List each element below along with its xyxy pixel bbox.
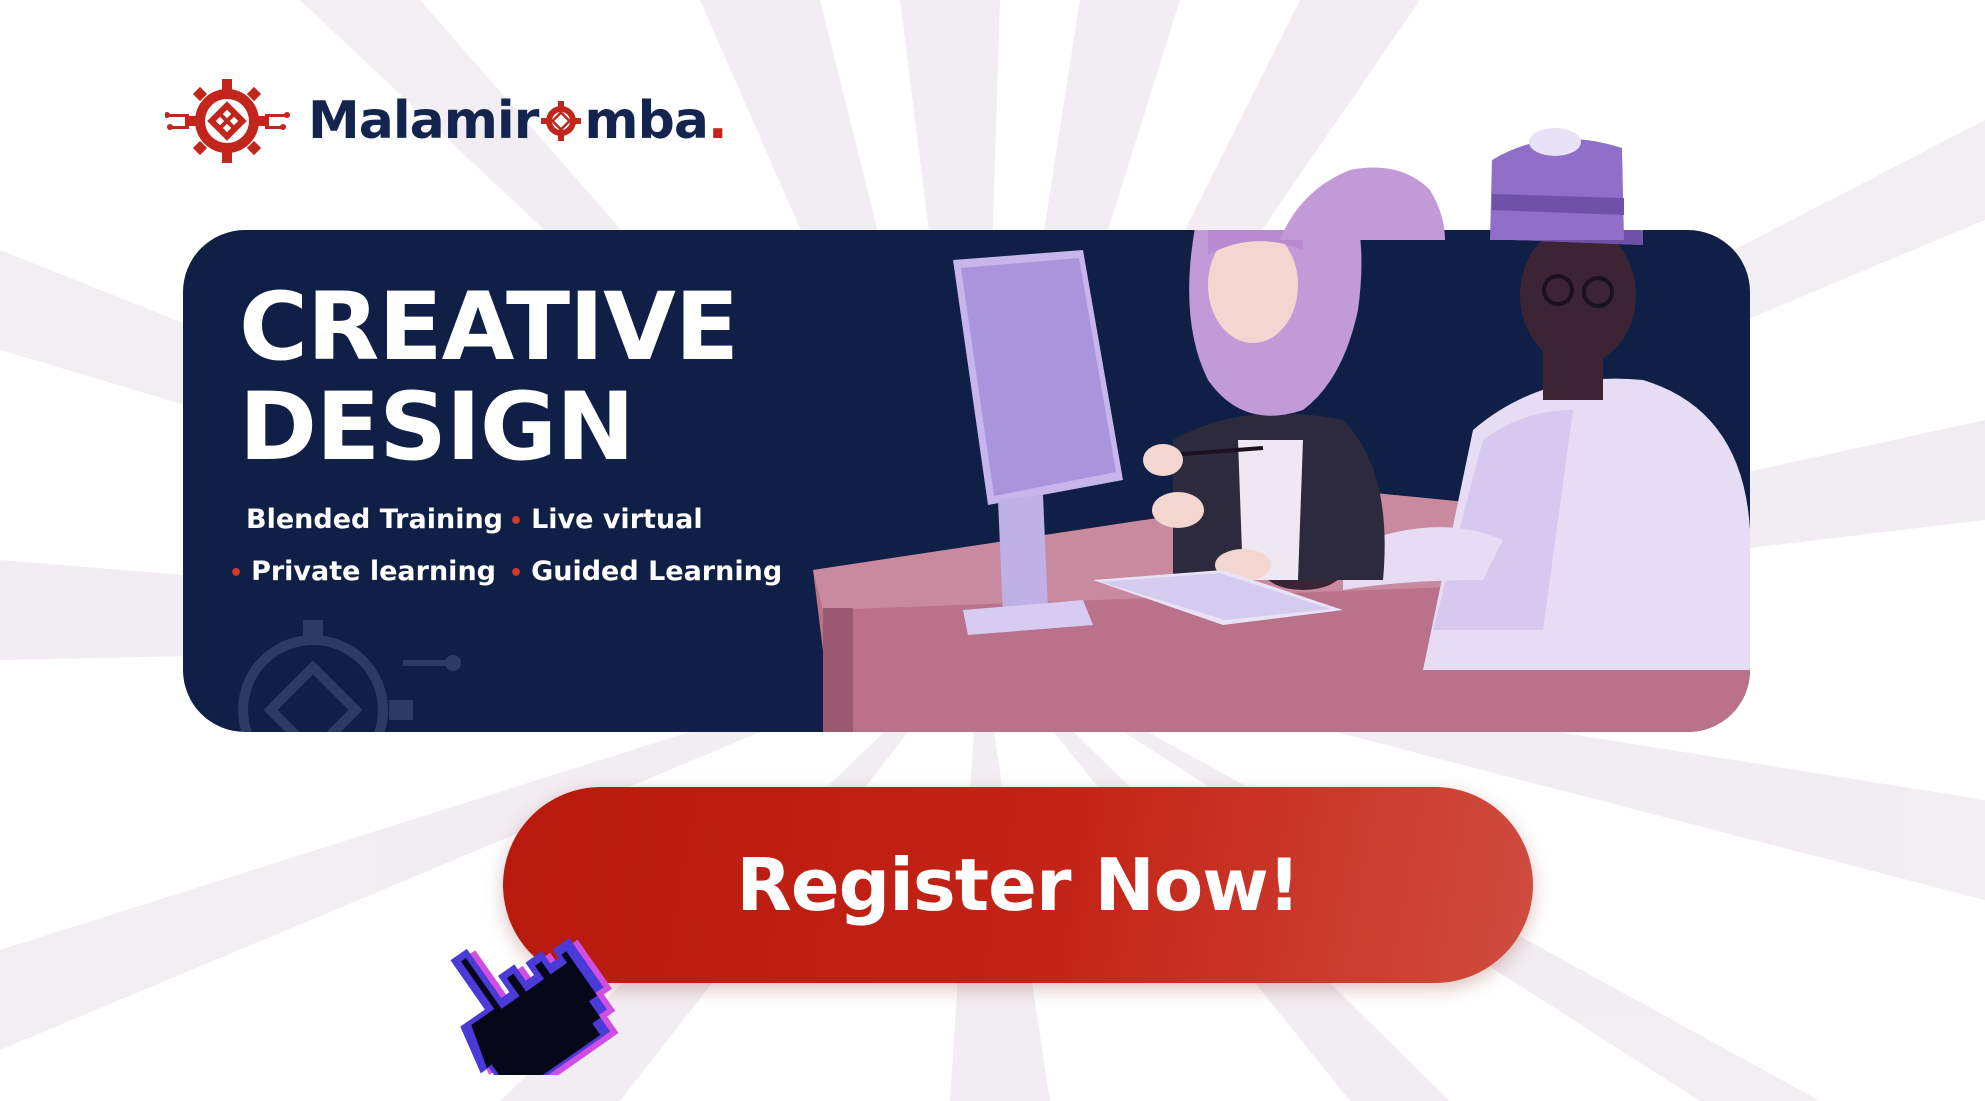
feature-label: Private learning bbox=[251, 556, 496, 587]
bullet-icon: • bbox=[509, 509, 524, 534]
feature-list: Blended Training • Live virtual • Private … bbox=[229, 504, 789, 624]
course-title-line1: CREATIVE bbox=[239, 273, 739, 382]
course-title: CREATIVE DESIGN bbox=[239, 273, 739, 482]
feature-item: Blended Training bbox=[246, 504, 503, 535]
register-now-label: Register Now! bbox=[736, 843, 1300, 927]
illustration-top-overflow bbox=[1280, 128, 1624, 240]
bullet-icon: • bbox=[509, 561, 524, 586]
feature-label: Guided Learning bbox=[531, 556, 783, 587]
pointing-hand-cursor-icon bbox=[450, 938, 619, 1075]
course-title-line2: DESIGN bbox=[239, 373, 635, 482]
brand-inline-gear-icon bbox=[541, 101, 582, 141]
brand-name-part2: mba bbox=[584, 91, 708, 151]
course-banner: CREATIVE DESIGN Blended Training • Live v… bbox=[183, 230, 1750, 732]
bullet-icon: • bbox=[229, 561, 244, 586]
brand-name-part1: Malamir bbox=[308, 91, 539, 151]
brand-name: Malamir mba . bbox=[308, 91, 728, 151]
feature-item: • Guided Learning bbox=[509, 556, 782, 587]
feature-label: Blended Training bbox=[246, 504, 504, 535]
brand-logo[interactable]: Malamir mba . bbox=[165, 76, 728, 166]
gear-knot-logo-icon bbox=[165, 79, 290, 163]
brand-name-dot: . bbox=[707, 91, 728, 151]
feature-label: Live virtual bbox=[531, 504, 703, 535]
two-people-at-computer-illustration bbox=[813, 230, 1750, 732]
feature-item: • Private learning bbox=[229, 556, 496, 587]
feature-item: • Live virtual bbox=[509, 504, 703, 535]
